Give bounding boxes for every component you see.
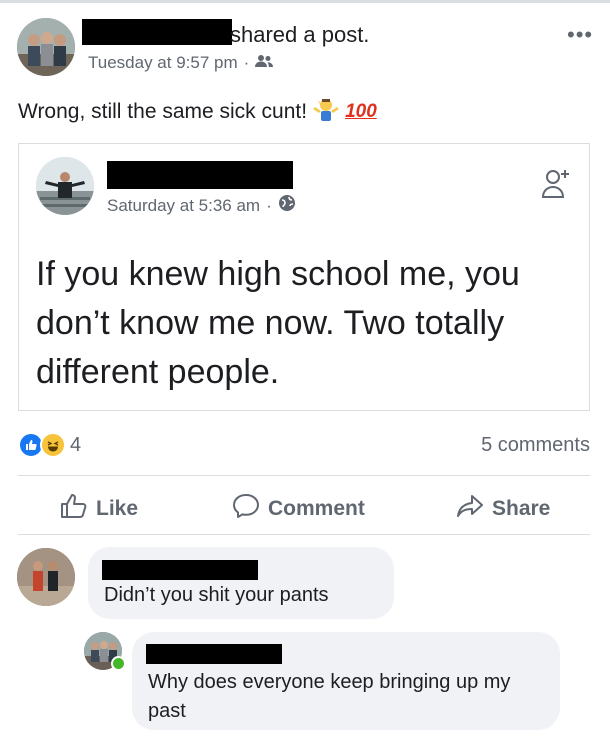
commenter-avatar[interactable] [17, 548, 75, 606]
haha-reaction-icon [40, 432, 66, 458]
redacted-author-name [107, 161, 293, 189]
redacted-commenter-name [102, 560, 258, 580]
comment-bubble-icon [232, 493, 260, 525]
shared-post-timestamp[interactable]: Saturday at 5:36 am [107, 196, 260, 216]
reply-bubble[interactable]: Why does everyone keep bringing up my pa… [132, 632, 560, 730]
top-border [0, 0, 610, 3]
add-friend-icon[interactable] [541, 164, 571, 204]
like-label: Like [96, 497, 139, 520]
divider [18, 534, 590, 535]
redacted-poster-name [82, 19, 232, 45]
reply-text: Why does everyone keep bringing up my pa… [148, 671, 511, 722]
post-timestamp[interactable]: Tuesday at 9:57 pm [88, 53, 238, 73]
share-arrow-icon [456, 493, 484, 525]
comment-text: Didn’t you shit your pants [104, 584, 329, 606]
meta-separator: · [243, 53, 250, 72]
comments-count-link[interactable]: 5 comments [481, 434, 590, 457]
globe-icon [278, 194, 296, 217]
share-button[interactable]: Share [456, 493, 550, 525]
like-button[interactable]: Like [60, 493, 138, 525]
more-options-button[interactable]: ••• [567, 22, 593, 48]
shared-post-text: If you knew high school me, you don’t kn… [36, 255, 520, 391]
shared-post-author-avatar[interactable] [36, 157, 94, 215]
post-meta: Tuesday at 9:57 pm · [88, 53, 274, 73]
poster-avatar[interactable] [17, 18, 75, 76]
comment-button[interactable]: Comment [232, 493, 365, 525]
shared-post-meta: Saturday at 5:36 am · [107, 194, 296, 217]
meta-separator: · [266, 195, 272, 215]
divider [18, 475, 590, 476]
hundred-points-emoji-icon: 100 [345, 101, 377, 122]
caption-text: Wrong, still the same sick cunt! [18, 100, 308, 123]
redacted-reply-author-name [146, 644, 282, 664]
post-caption: Wrong, still the same sick cunt! 100 [18, 96, 377, 128]
comment-bubble[interactable]: Didn’t you shit your pants [88, 547, 394, 619]
reaction-count: 4 [70, 433, 82, 456]
shrug-emoji-icon [313, 96, 340, 128]
online-status-indicator [111, 656, 126, 671]
reactions-summary[interactable]: 4 [18, 432, 81, 458]
share-label: Share [492, 497, 551, 520]
friends-icon [255, 53, 274, 73]
thumbs-up-icon [60, 493, 88, 525]
shared-post-card[interactable]: Saturday at 5:36 am · If you knew high s… [18, 143, 590, 411]
shared-a-post-text: shared a post. [230, 22, 370, 47]
comment-label: Comment [268, 497, 365, 520]
